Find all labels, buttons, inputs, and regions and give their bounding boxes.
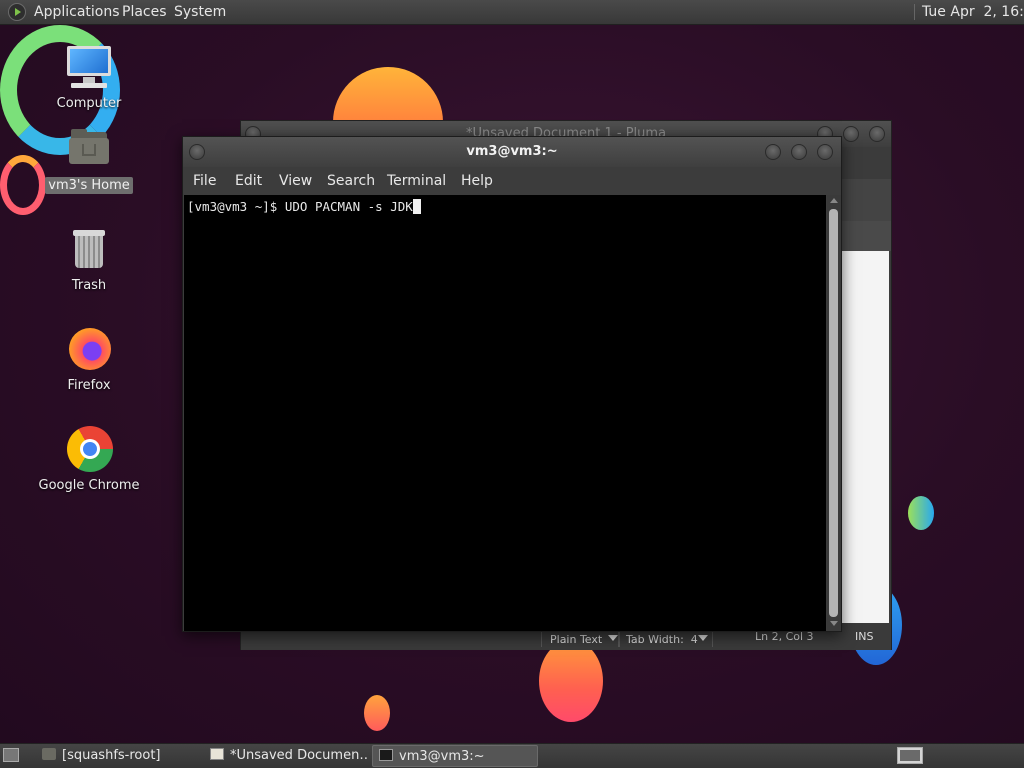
pluma-toolbar	[839, 179, 891, 222]
scrollbar-thumb[interactable]	[829, 209, 838, 617]
close-icon[interactable]	[817, 144, 833, 160]
maximize-icon[interactable]	[791, 144, 807, 160]
minimize-icon[interactable]	[765, 144, 781, 160]
text-cursor	[412, 199, 421, 214]
applications-menu-icon[interactable]	[8, 3, 26, 21]
text-editor-icon	[210, 748, 224, 760]
chevron-down-icon	[602, 631, 618, 645]
top-panel: Applications Places System Tue Apr 2, 16…	[0, 0, 1024, 25]
scroll-down-icon[interactable]	[830, 621, 838, 626]
wallpaper-shape	[364, 695, 390, 731]
menu-applications[interactable]: Applications	[34, 4, 120, 20]
desktop-icon-label: Computer	[56, 96, 122, 111]
language-label: Plain Text	[550, 633, 603, 646]
desktop-icon-computer[interactable]: Computer	[34, 44, 144, 112]
cursor-position: Ln 2, Col 3	[755, 630, 814, 643]
chevron-down-icon	[692, 631, 708, 645]
chrome-icon	[61, 426, 117, 474]
menu-terminal[interactable]: Terminal	[387, 173, 446, 189]
computer-icon	[61, 44, 117, 92]
pluma-tabbar	[839, 221, 891, 251]
window-title[interactable]: vm3@vm3:~	[183, 137, 841, 167]
taskbar-item-squashfs[interactable]: [squashfs-root]	[36, 745, 200, 767]
bottom-panel: [squashfs-root] *Unsaved Documen… vm3@vm…	[0, 743, 1024, 768]
terminal-window[interactable]: vm3@vm3:~ File Edit View Search Terminal…	[182, 136, 842, 632]
desktop-icon-chrome[interactable]: Google Chrome	[34, 426, 144, 494]
terminal-menubar: File Edit View Search Terminal Help	[183, 167, 841, 195]
terminal-line: [vm3@vm3 ~]$ UDO PACMAN -s JDK	[187, 199, 421, 215]
typed-command: UDO PACMAN -s JDK	[284, 199, 413, 214]
home-folder-icon	[61, 126, 117, 174]
menu-places[interactable]: Places	[122, 4, 167, 20]
vertical-scrollbar[interactable]	[827, 195, 841, 631]
desktop-icon-firefox[interactable]: Firefox	[34, 326, 144, 394]
trash-icon	[61, 226, 117, 274]
show-desktop-icon[interactable]	[3, 748, 19, 762]
pluma-text-area[interactable]	[841, 251, 889, 623]
insert-mode: INS	[855, 630, 874, 643]
panel-separator	[914, 4, 915, 20]
maximize-icon[interactable]	[843, 126, 859, 142]
shell-prompt: [vm3@vm3 ~]$	[187, 199, 285, 214]
desktop-icon-label: vm3's Home	[45, 177, 133, 194]
menu-view[interactable]: View	[279, 173, 312, 189]
close-icon[interactable]	[869, 126, 885, 142]
menu-system[interactable]: System	[174, 4, 226, 20]
desktop-icon-label: Firefox	[67, 378, 111, 393]
tab-width-label: Tab Width: 4	[626, 633, 698, 646]
desktop-icon-trash[interactable]: Trash	[34, 226, 144, 294]
wallpaper-shape	[539, 640, 603, 722]
taskbar-item-terminal[interactable]: vm3@vm3:~	[372, 745, 538, 767]
window-menu-icon[interactable]	[189, 144, 205, 160]
taskbar-item-label: [squashfs-root]	[62, 748, 161, 763]
workspace-switcher[interactable]	[897, 747, 923, 764]
desktop-icon-home[interactable]: vm3's Home	[34, 126, 144, 194]
taskbar-item-label: vm3@vm3:~	[399, 749, 485, 764]
menu-help[interactable]: Help	[461, 173, 493, 189]
terminal-output[interactable]: [vm3@vm3 ~]$ UDO PACMAN -s JDK	[184, 195, 826, 631]
menu-edit[interactable]: Edit	[235, 173, 262, 189]
scroll-up-icon[interactable]	[830, 198, 838, 203]
desktop-icon-label: Google Chrome	[38, 478, 140, 493]
desktop-icon-label: Trash	[71, 278, 107, 293]
firefox-icon	[61, 326, 117, 374]
menu-search[interactable]: Search	[327, 173, 375, 189]
clock[interactable]: Tue Apr 2, 16:50	[922, 4, 1024, 20]
taskbar-item-pluma[interactable]: *Unsaved Documen…	[204, 745, 368, 767]
menu-file[interactable]: File	[193, 173, 216, 189]
taskbar-item-label: *Unsaved Documen…	[230, 748, 368, 763]
wallpaper-shape	[908, 496, 934, 530]
folder-icon	[42, 748, 56, 760]
terminal-icon	[379, 749, 393, 761]
